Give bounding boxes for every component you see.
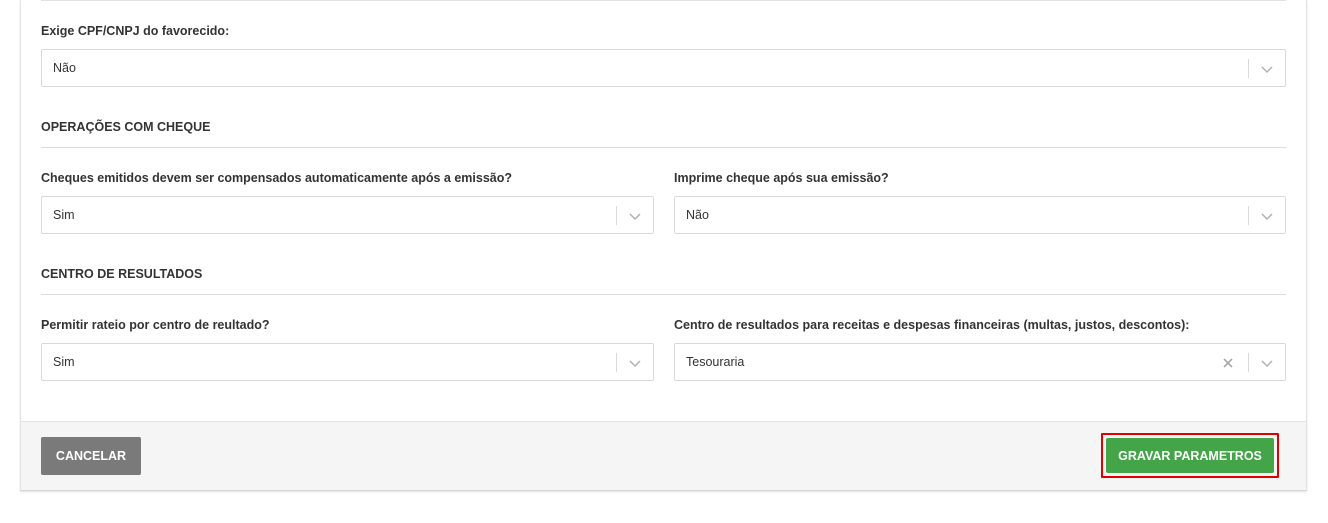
imprime-cheque-label: Imprime cheque após sua emissão? <box>674 171 889 185</box>
chevron-down-icon[interactable] <box>628 356 642 370</box>
rateio-value: Sim <box>53 355 75 369</box>
favorecido-select[interactable]: Não <box>41 49 1286 87</box>
cheques-compensados-select[interactable]: Sim <box>41 196 654 234</box>
imprime-cheque-select[interactable]: Não <box>674 196 1286 234</box>
chevron-down-icon[interactable] <box>1260 209 1274 223</box>
centro-resultados-label: Centro de resultados para receitas e des… <box>674 318 1190 332</box>
save-button-highlight: GRAVAR PARAMETROS <box>1101 433 1279 478</box>
form-footer: CANCELAR GRAVAR PARAMETROS <box>21 421 1306 490</box>
top-divider <box>41 0 1286 1</box>
select-separator <box>1248 59 1249 78</box>
select-separator <box>616 206 617 225</box>
favorecido-label: Exige CPF/CNPJ do favorecido: <box>41 24 230 38</box>
section-title-cheque: OPERAÇÕES COM CHEQUE <box>41 120 211 134</box>
chevron-down-icon[interactable] <box>1260 62 1274 76</box>
centro-resultados-value: Tesouraria <box>686 355 745 369</box>
section-title-resultados: CENTRO DE RESULTADOS <box>41 267 203 281</box>
save-parameters-button[interactable]: GRAVAR PARAMETROS <box>1106 438 1274 473</box>
imprime-cheque-value: Não <box>686 208 709 222</box>
select-separator <box>1248 206 1249 225</box>
chevron-down-icon[interactable] <box>1260 356 1274 370</box>
cheques-compensados-value: Sim <box>53 208 75 222</box>
centro-resultados-select[interactable]: Tesouraria <box>674 343 1286 381</box>
favorecido-value: Não <box>53 61 76 75</box>
rateio-label: Permitir rateio por centro de reultado? <box>41 318 270 332</box>
cheques-compensados-label: Cheques emitidos devem ser compensados a… <box>41 171 512 185</box>
select-separator <box>1248 353 1249 372</box>
section-divider <box>41 294 1286 295</box>
parameters-form-card: Exige CPF/CNPJ do favorecido: Não OPERAÇ… <box>20 0 1307 491</box>
cancel-button[interactable]: CANCELAR <box>41 437 141 475</box>
close-icon[interactable] <box>1221 356 1235 370</box>
select-separator <box>616 353 617 372</box>
section-divider <box>41 147 1286 148</box>
chevron-down-icon[interactable] <box>628 209 642 223</box>
rateio-select[interactable]: Sim <box>41 343 654 381</box>
